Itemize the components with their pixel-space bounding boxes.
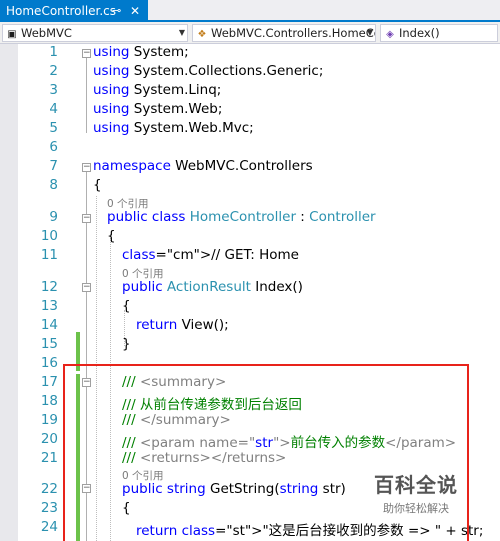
- line-number: 7: [49, 158, 58, 174]
- code-text: public class HomeController : Controller: [107, 209, 376, 225]
- tab-homecontroller[interactable]: HomeController.cs ⊸ ✕: [0, 0, 148, 22]
- collapse-toggle[interactable]: −: [82, 283, 91, 292]
- line-number: 14: [40, 317, 58, 333]
- code-text: {: [107, 228, 116, 244]
- line-number: 6: [49, 139, 58, 155]
- project-dropdown[interactable]: ▣ WebMVC ▼: [2, 24, 188, 42]
- class-icon: ❖: [197, 29, 207, 40]
- csharp-project-icon: ▣: [7, 29, 17, 40]
- line-number: 22: [40, 481, 58, 497]
- code-text: {: [122, 298, 131, 314]
- document-tab-strip: HomeController.cs ⊸ ✕: [0, 0, 500, 22]
- close-icon[interactable]: ✕: [130, 0, 140, 22]
- line-number: 5: [49, 120, 58, 136]
- method-icon: ◈: [386, 29, 394, 40]
- code-text: using System.Linq;: [93, 82, 222, 98]
- line-number: 12: [40, 279, 58, 295]
- code-text: return View();: [136, 317, 229, 333]
- line-number: 2: [49, 63, 58, 79]
- line-number: 4: [49, 101, 58, 117]
- line-number: 18: [40, 393, 58, 409]
- chevron-down-icon: ▼: [366, 28, 373, 37]
- navigation-bar: ▣ WebMVC ▼ ❖ WebMVC.Controllers.HomeCo ▼ ◈…: [0, 22, 500, 44]
- code-editor[interactable]: − − − − − − 1 using System; 2 using Syst…: [0, 44, 500, 541]
- code-text: {: [93, 177, 102, 193]
- code-text: public ActionResult Index(): [122, 279, 303, 295]
- collapse-toggle[interactable]: −: [82, 163, 91, 172]
- collapse-toggle[interactable]: −: [82, 214, 91, 223]
- chevron-down-icon: ▼: [178, 28, 185, 37]
- line-number: 8: [49, 177, 58, 193]
- code-text: using System.Web;: [93, 101, 223, 117]
- line-number: 1: [49, 44, 58, 60]
- line-number: 13: [40, 298, 58, 314]
- line-number: 3: [49, 82, 58, 98]
- code-text: }: [122, 336, 131, 352]
- code-text: using System.Collections.Generic;: [93, 63, 324, 79]
- line-number: 16: [40, 355, 58, 371]
- line-number: 19: [40, 412, 58, 428]
- line-number: 20: [40, 431, 58, 447]
- code-text: class="cm">// GET: Home: [122, 247, 299, 263]
- watermark-subtitle: 助你轻松解决: [383, 502, 449, 515]
- outline-line: [86, 57, 87, 133]
- member-dropdown-value: Index(): [399, 26, 440, 40]
- type-dropdown-value: WebMVC.Controllers.HomeCo: [211, 26, 376, 40]
- pin-icon[interactable]: ⊸: [112, 0, 121, 22]
- line-number: 21: [40, 450, 58, 466]
- watermark-logo: 百科全说 助你轻松解决: [366, 469, 466, 516]
- line-number: 23: [40, 500, 58, 516]
- code-text: using System.Web.Mvc;: [93, 120, 254, 136]
- line-number: 24: [40, 519, 58, 535]
- indicator-margin: [0, 44, 18, 541]
- tab-title: HomeController.cs: [6, 4, 117, 18]
- collapse-toggle[interactable]: −: [82, 49, 91, 58]
- watermark-title: 百科全说: [374, 473, 458, 497]
- line-number: 15: [40, 336, 58, 352]
- code-text: namespace WebMVC.Controllers: [93, 158, 313, 174]
- type-dropdown[interactable]: ❖ WebMVC.Controllers.HomeCo ▼: [192, 24, 376, 42]
- line-number: 17: [40, 374, 58, 390]
- member-dropdown[interactable]: ◈ Index(): [380, 24, 498, 42]
- line-number: 10: [40, 228, 58, 244]
- line-number: 9: [49, 209, 58, 225]
- line-number: 11: [40, 247, 58, 263]
- code-text: using System;: [93, 44, 189, 60]
- project-dropdown-value: WebMVC: [21, 26, 72, 40]
